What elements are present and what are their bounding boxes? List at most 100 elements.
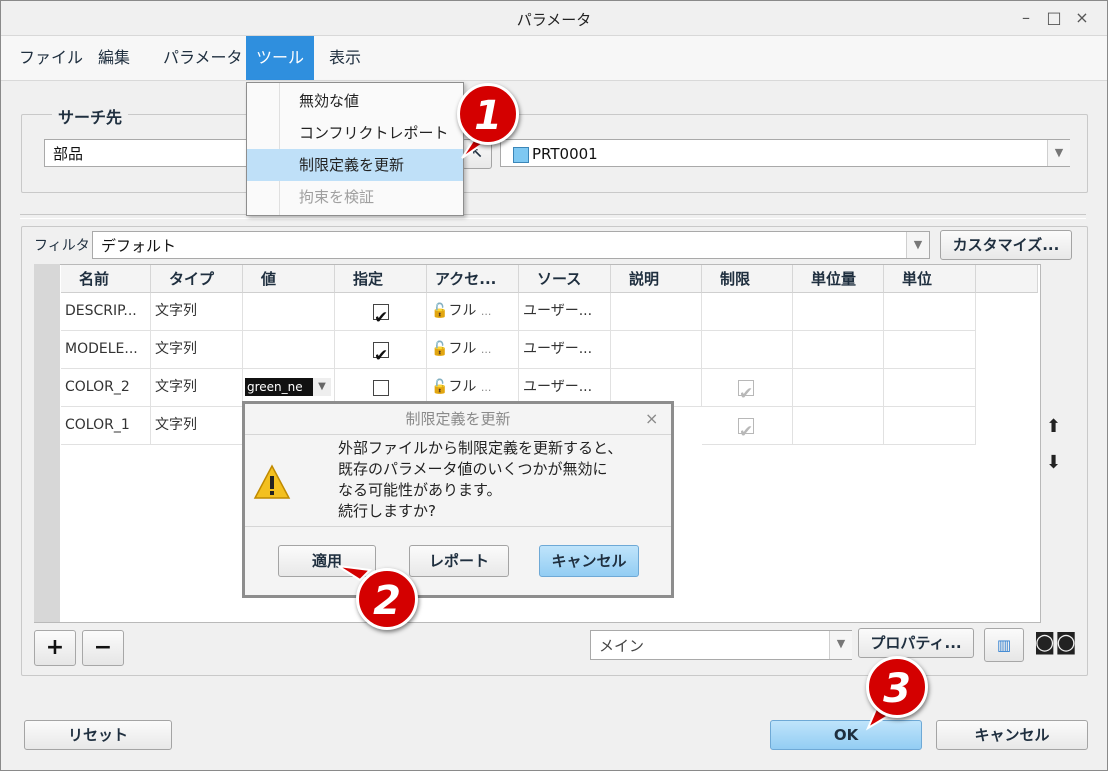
table-cell-unit-quantity[interactable] — [793, 331, 884, 369]
lock-icon: 🔓 — [431, 379, 449, 395]
dialog-message-line: なる可能性があります。 — [338, 481, 502, 499]
dialog-title: 制限定義を更新 — [245, 404, 671, 435]
lock-icon: 🔓 — [431, 341, 449, 357]
table-cell-type[interactable]: 文字列 — [151, 407, 243, 445]
column-header-value[interactable]: 値 — [243, 265, 335, 293]
lock-icon: 🔓 — [431, 303, 449, 319]
chevron-down-icon[interactable]: ▼ — [313, 378, 331, 396]
access-value: フル — [448, 303, 477, 319]
designated-checkbox[interactable] — [373, 380, 389, 396]
table-cell-unit[interactable] — [884, 407, 976, 445]
access-value: フル — [448, 379, 477, 395]
access-ellipsis: ... — [480, 305, 492, 318]
column-header-name[interactable]: 名前 — [61, 265, 151, 293]
column-header-type[interactable]: タイプ — [151, 265, 243, 293]
table-cell-source[interactable]: ユーザー... — [519, 331, 611, 369]
table-cell-unit-quantity[interactable] — [793, 407, 884, 445]
move-down-icon[interactable]: ⬇ — [1046, 452, 1061, 473]
table-cell-restriction[interactable] — [702, 369, 793, 407]
table-cell-restriction[interactable] — [702, 331, 793, 369]
table-cell-unit-quantity[interactable] — [793, 293, 884, 331]
filter-combo[interactable]: デフォルト — [92, 231, 930, 259]
close-button[interactable]: × — [1071, 7, 1093, 29]
dialog-report-button[interactable]: レポート — [409, 545, 509, 577]
reset-button[interactable]: リセット — [24, 720, 172, 750]
row-header-column — [34, 264, 60, 622]
view-combo[interactable]: メイン — [590, 630, 852, 660]
dialog-message-line: 続行しますか? — [338, 502, 436, 520]
column-header-restriction[interactable]: 制限 — [702, 265, 793, 293]
table-cell-source[interactable]: ユーザー... — [519, 293, 611, 331]
table-cell-value[interactable] — [243, 331, 335, 369]
column-header-unit-quantity[interactable]: 単位量 — [793, 265, 884, 293]
dialog-message: 外部ファイルから制限定義を更新すると、 既存のパラメータ値のいくつかが無効に な… — [338, 438, 658, 522]
table-cell-access[interactable]: 🔓フル ... — [427, 293, 519, 331]
callout-step-2: 2 — [356, 568, 418, 630]
footer-cancel-button[interactable]: キャンセル — [936, 720, 1088, 750]
table-cell-designated[interactable] — [335, 293, 427, 331]
table-cell-name[interactable]: COLOR_1 — [61, 407, 151, 445]
table-cell-value[interactable] — [243, 293, 335, 331]
column-header-access[interactable]: アクセ... — [427, 265, 519, 293]
column-header-unit[interactable]: 単位 — [884, 265, 976, 293]
table-cell-name[interactable]: DESCRIP... — [61, 293, 151, 331]
menu-parameter[interactable]: パラメータ — [153, 36, 253, 80]
properties-button[interactable]: プロパティ... — [858, 628, 974, 658]
table-cell-access[interactable]: 🔓フル ... — [427, 331, 519, 369]
callout-step-1: 1 — [457, 83, 519, 145]
search-group-label: サーチ先 — [52, 104, 129, 128]
table-cell-type[interactable]: 文字列 — [151, 331, 243, 369]
menu-file[interactable]: ファイル — [9, 36, 93, 80]
warning-icon — [253, 464, 291, 500]
menu-item-invalid-values[interactable]: 無効な値 — [247, 85, 463, 117]
column-header-description[interactable]: 説明 — [611, 265, 702, 293]
tools-menu: 無効な値 コンフリクトレポート 制限定義を更新 拘束を検証 — [246, 82, 464, 216]
menu-item-verify-constraints: 拘束を検証 — [299, 188, 375, 206]
table-cell-description[interactable] — [611, 331, 702, 369]
column-header-designated[interactable]: 指定 — [335, 265, 427, 293]
table-cell-name[interactable]: COLOR_2 — [61, 369, 151, 407]
chevron-down-icon[interactable]: ▼ — [1047, 140, 1070, 166]
filter-label: フィルタ — [34, 238, 90, 254]
table-cell-unit-quantity[interactable] — [793, 369, 884, 407]
menu-tools[interactable]: ツール — [246, 36, 315, 80]
table-cell-restriction[interactable] — [702, 407, 793, 445]
table-cell-designated[interactable] — [335, 331, 427, 369]
callout-step-3: 3 — [866, 656, 928, 718]
menu-item-conflict-report[interactable]: コンフリクトレポート — [247, 117, 463, 149]
designated-checkbox[interactable] — [373, 300, 389, 330]
table-cell-name[interactable]: MODELE... — [61, 331, 151, 369]
columns-icon[interactable]: ▥ — [984, 628, 1024, 662]
remove-parameter-button[interactable]: − — [82, 630, 124, 666]
dialog-cancel-button[interactable]: キャンセル — [539, 545, 639, 577]
table-cell-unit[interactable] — [884, 293, 976, 331]
binoculars-icon[interactable]: ◙◙ — [1034, 630, 1077, 655]
table-cell-unit[interactable] — [884, 331, 976, 369]
access-ellipsis: ... — [480, 343, 492, 356]
minimize-button[interactable]: – — [1015, 7, 1037, 29]
value-editor[interactable]: green_ne — [245, 378, 313, 396]
table-cell-restriction[interactable] — [702, 293, 793, 331]
model-combo[interactable]: PRT0001 — [500, 139, 1070, 167]
table-cell-type[interactable]: 文字列 — [151, 293, 243, 331]
menu-edit[interactable]: 編集 — [88, 36, 140, 80]
update-restrictions-dialog: 制限定義を更新 × 外部ファイルから制限定義を更新すると、 既存のパラメータ値の… — [242, 401, 674, 598]
table-cell-type[interactable]: 文字列 — [151, 369, 243, 407]
column-header-source[interactable]: ソース — [519, 265, 611, 293]
move-up-icon[interactable]: ⬆ — [1046, 416, 1061, 437]
designated-checkbox[interactable] — [373, 338, 389, 368]
chevron-down-icon[interactable]: ▼ — [906, 232, 929, 258]
table-cell-description[interactable] — [611, 293, 702, 331]
column-header-spacer — [976, 265, 1038, 293]
menu-view[interactable]: 表示 — [319, 36, 371, 80]
customize-button[interactable]: カスタマイズ... — [940, 230, 1072, 260]
search-scope-combo[interactable]: 部品 — [44, 139, 250, 167]
table-cell-unit[interactable] — [884, 369, 976, 407]
dialog-message-line: 外部ファイルから制限定義を更新すると、 — [338, 439, 623, 457]
dialog-close-button[interactable]: × — [645, 404, 665, 434]
window-title: パラメータ — [516, 11, 592, 29]
maximize-button[interactable]: □ — [1043, 7, 1065, 29]
add-parameter-button[interactable]: + — [34, 630, 76, 666]
chevron-down-icon[interactable]: ▼ — [829, 631, 852, 659]
menu-item-update-restriction-definitions[interactable]: 制限定義を更新 — [247, 149, 463, 181]
